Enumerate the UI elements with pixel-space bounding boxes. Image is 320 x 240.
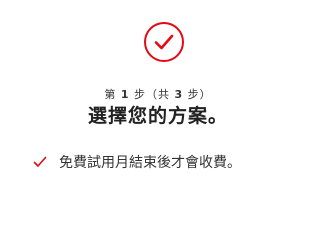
step-prefix: 第 — [104, 88, 117, 101]
benefit-text: 免費試用月結束後才會收費。 — [59, 155, 241, 171]
step-indicator: 第 1 步（共 3 步） — [0, 86, 316, 102]
step-suffix: 步） — [187, 88, 212, 101]
plan-step-page: 第 1 步（共 3 步） 選擇您的方案。 免費試用月結束後才會收費。 — [0, 0, 316, 206]
step-middle: 步（共 — [134, 88, 170, 101]
checkmark-icon — [33, 155, 47, 169]
benefit-item: 免費試用月結束後才會收費。 — [33, 152, 241, 172]
page-title: 選擇您的方案。 — [87, 105, 228, 127]
step-current: 1 — [120, 88, 130, 101]
step-total: 3 — [174, 88, 184, 101]
check-circle-icon — [143, 21, 185, 63]
